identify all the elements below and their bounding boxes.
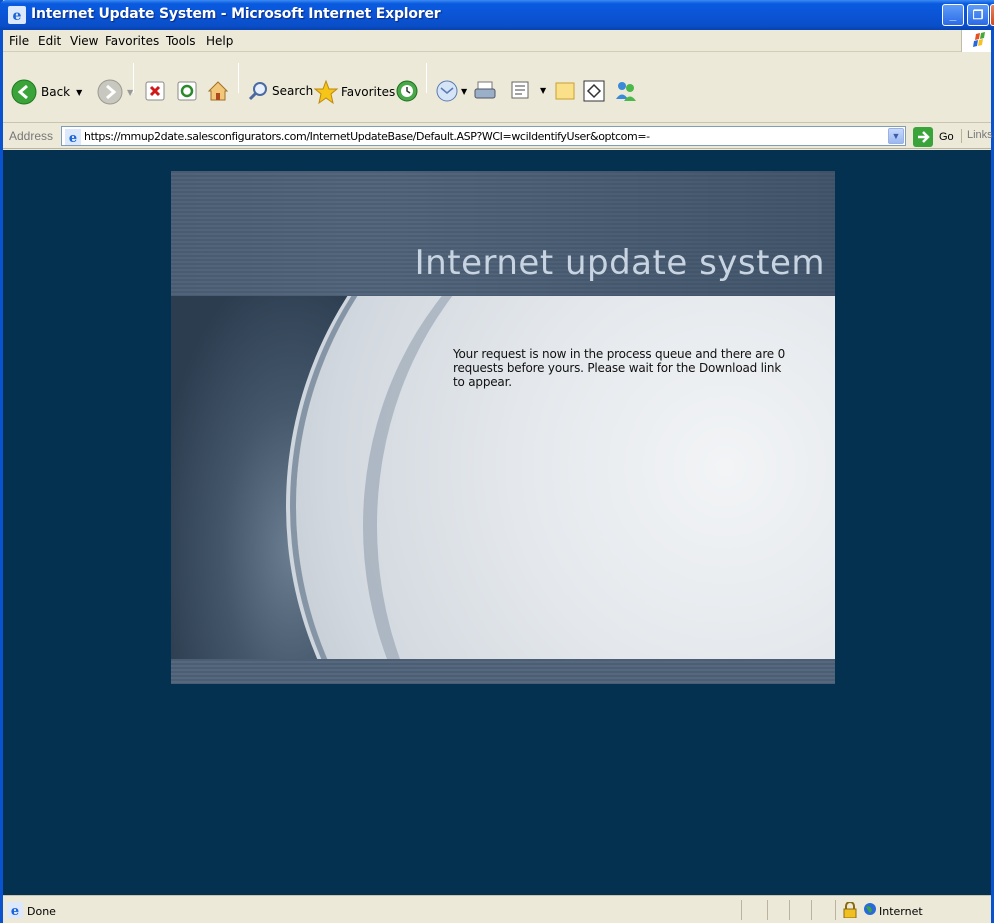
page-title: Internet update system [414,243,825,283]
print-icon[interactable] [473,79,497,103]
minimize-button[interactable]: _ [942,4,964,26]
internet-zone-globe-icon [864,903,876,915]
favorites-label: Favorites [341,85,396,99]
folder-icon[interactable] [554,80,576,102]
mail-dropdown-icon[interactable]: ▼ [461,87,467,96]
menu-favorites[interactable]: Favorites [105,34,159,48]
messenger-icon[interactable] [614,79,638,103]
svg-text:e: e [11,904,19,918]
menu-tools[interactable]: Tools [166,34,196,48]
windows-logo-icon [961,30,991,52]
back-label: Back [41,85,71,99]
address-bar: Address e https://mmup2date.salesconfigu… [3,123,993,149]
menu-bar: File Edit View Favorites Tools Help [3,30,991,52]
address-label: Address [9,129,54,143]
status-text: Done [27,905,56,918]
forward-button[interactable]: ▼ [97,79,133,105]
favorites-star-icon [313,79,339,105]
title-bar[interactable]: e Internet Update System - Microsoft Int… [0,0,994,30]
maximize-button[interactable]: ❐ [967,4,989,26]
banner: Internet update system Your request is n… [171,171,835,684]
security-zone-label: Internet [879,905,923,918]
edit-dropdown-icon[interactable]: ▼ [540,86,546,95]
address-input[interactable]: e https://mmup2date.salesconfigurators.c… [61,126,906,146]
back-icon [11,79,37,105]
go-label: Go [939,131,954,143]
back-button[interactable]: Back ▼ [11,79,82,105]
page-content: Internet update system Your request is n… [3,150,991,895]
address-url: https://mmup2date.salesconfigurators.com… [84,130,650,143]
edit-button[interactable]: ▼ [510,80,546,100]
browser-window: e Internet Update System - Microsoft Int… [0,0,994,923]
refresh-icon[interactable] [176,80,198,102]
stop-icon[interactable] [144,80,166,102]
history-icon[interactable] [395,79,419,103]
discuss-icon[interactable] [582,79,606,103]
search-button[interactable]: Search [247,80,313,102]
menu-view[interactable]: View [70,34,98,48]
toolbar: Back ▼ ▼ Search Favorites ▼ ▼ [3,53,991,123]
close-button[interactable] [990,4,994,26]
window-title: Internet Update System - Microsoft Inter… [31,6,441,22]
svg-text:e: e [13,8,22,24]
back-dropdown-icon[interactable]: ▼ [76,88,82,97]
banner-footer [171,659,835,684]
favorites-button[interactable]: Favorites [313,79,395,105]
menu-file[interactable]: File [9,34,29,48]
address-dropdown-icon[interactable]: ▼ [888,128,904,144]
mail-button[interactable]: ▼ [435,79,467,103]
mail-icon [436,80,458,102]
page-done-icon: e [7,902,23,918]
status-bar: e Done Internet [3,895,991,923]
ie-logo-icon: e [8,6,26,24]
menu-edit[interactable]: Edit [38,34,61,48]
edit-icon [511,81,529,99]
queue-status-message: Your request is now in the process queue… [453,347,786,389]
banner-globe-image: Your request is now in the process queue… [171,296,835,659]
home-icon[interactable] [206,79,230,103]
lock-icon[interactable] [843,902,857,918]
go-button[interactable]: Go [913,127,954,147]
svg-text:e: e [69,131,77,145]
links-button[interactable]: Links [961,129,993,143]
menu-help[interactable]: Help [206,34,233,48]
go-arrow-icon [913,127,933,147]
ie-page-icon: e [65,129,81,145]
forward-icon [97,79,123,105]
search-icon [248,82,267,101]
search-label: Search [272,84,314,98]
